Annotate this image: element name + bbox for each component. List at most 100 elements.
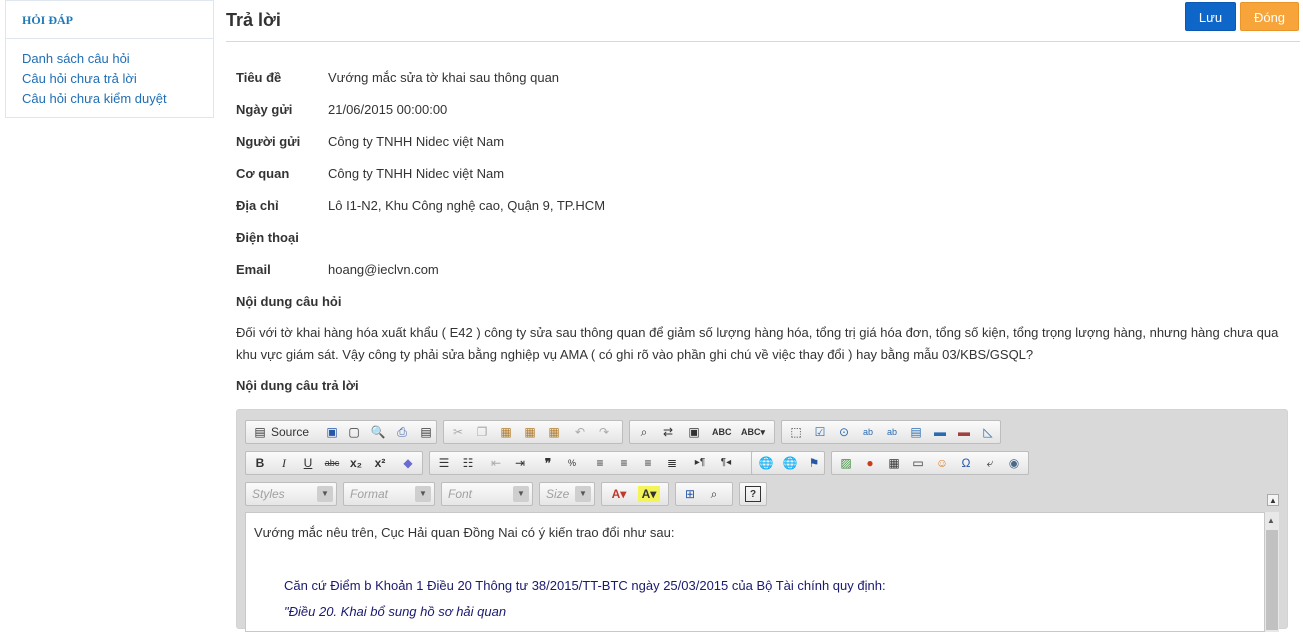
italic-icon[interactable]: I	[276, 455, 292, 471]
form-icon[interactable]: ⬚	[788, 424, 804, 440]
text-field-icon[interactable]: ab	[860, 424, 876, 440]
field-value-sender: Công ty TNHH Nidec việt Nam	[328, 134, 505, 149]
answer-editor: ▤ Source ▣ ▢ 🔍 ⎙ ▤ ✂ ❐ ▦ ▦ ▦ ↶ ↷ ⌕ ⇄ ▣ A…	[236, 409, 1288, 632]
superscript-icon[interactable]: x²	[372, 455, 388, 471]
new-page-icon[interactable]: ▢	[346, 424, 362, 440]
save-button[interactable]: Lưu	[1185, 2, 1236, 31]
horizontal-line-icon[interactable]: ▭	[910, 455, 926, 471]
preview-icon[interactable]: 🔍	[370, 424, 386, 440]
align-center-icon[interactable]: ≡	[616, 455, 632, 471]
image-icon[interactable]: ▨	[838, 455, 854, 471]
select-all-icon[interactable]: ▣	[686, 424, 702, 440]
blockquote-icon[interactable]: ❞	[540, 455, 556, 471]
radio-icon[interactable]: ⊙	[836, 424, 852, 440]
collapse-toolbar-icon[interactable]: ▲	[1267, 494, 1279, 506]
font-select-label: Font	[448, 487, 473, 501]
toolbar-group-colors: A▾ A▾	[601, 482, 669, 506]
cut-icon[interactable]: ✂	[450, 424, 466, 440]
flash-icon[interactable]: ●	[862, 455, 878, 471]
sidebar-link-unanswered[interactable]: Câu hỏi chưa trả lời	[22, 69, 213, 89]
paste-word-icon[interactable]: ▦	[546, 424, 562, 440]
maximize-icon[interactable]: ⊞	[682, 486, 698, 502]
answer-content-label: Nội dung câu trả lời	[236, 378, 359, 393]
numbered-list-icon[interactable]: ☰	[436, 455, 452, 471]
align-right-icon[interactable]: ≡	[640, 455, 656, 471]
subscript-icon[interactable]: x₂	[348, 455, 364, 471]
field-value-address: Lô I1-N2, Khu Công nghệ cao, Quận 9, TP.…	[328, 198, 606, 213]
size-select[interactable]: Size ▼	[539, 482, 595, 506]
table-icon[interactable]: ▦	[886, 455, 902, 471]
text-color-icon[interactable]: A▾	[608, 486, 630, 502]
checkbox-icon[interactable]: ☑	[812, 424, 828, 440]
answer-paragraph-2: Căn cứ Điểm b Khoản 1 Điều 20 Thông tư 3…	[284, 578, 886, 593]
ltr-icon[interactable]: ▸¶	[692, 455, 708, 471]
format-select[interactable]: Format ▼	[343, 482, 435, 506]
special-char-icon[interactable]: Ω	[958, 455, 974, 471]
help-icon[interactable]: ?	[745, 486, 761, 502]
templates-icon[interactable]: ▤	[418, 424, 434, 440]
replace-icon[interactable]: ⇄	[660, 424, 676, 440]
close-button[interactable]: Đóng	[1240, 2, 1299, 31]
background-color-icon[interactable]: A▾	[638, 486, 660, 502]
unlink-icon[interactable]: 🌐	[782, 455, 798, 471]
justify-icon[interactable]: ≣	[664, 455, 680, 471]
toolbar-group-clipboard: ✂ ❐ ▦ ▦ ▦ ↶ ↷	[443, 420, 623, 444]
select-field-icon[interactable]: ▤	[908, 424, 924, 440]
outdent-icon[interactable]: ⇤	[488, 455, 504, 471]
chevron-down-icon: ▼	[575, 486, 591, 502]
remove-format-icon[interactable]: ◆	[400, 455, 416, 471]
spellcheck-icon[interactable]: ABC	[712, 424, 732, 440]
field-label-title: Tiêu đề	[236, 70, 282, 85]
save-icon[interactable]: ▣	[324, 424, 340, 440]
page-title: Trả lời	[226, 10, 281, 30]
styles-select[interactable]: Styles ▼	[245, 482, 337, 506]
copy-icon[interactable]: ❐	[474, 424, 490, 440]
find-icon[interactable]: ⌕	[636, 424, 652, 440]
field-label-email: Email	[236, 262, 271, 277]
scrollbar-thumb[interactable]	[1266, 530, 1278, 630]
scroll-up-icon[interactable]: ▲	[1267, 516, 1275, 525]
print-icon[interactable]: ⎙	[394, 424, 410, 440]
indent-icon[interactable]: ⇥	[512, 455, 528, 471]
align-left-icon[interactable]: ≡	[592, 455, 608, 471]
strikethrough-icon[interactable]: abc	[324, 455, 340, 471]
redo-icon[interactable]: ↷	[596, 424, 612, 440]
show-blocks-icon[interactable]: ⌕	[706, 486, 722, 502]
sidebar-link-all-questions[interactable]: Danh sách câu hỏi	[22, 49, 213, 69]
source-icon[interactable]: ▤	[252, 424, 268, 440]
iframe-icon[interactable]: ◉	[1006, 455, 1022, 471]
toolbar-group-editing: ⌕ ⇄ ▣ ABC ABC▾	[629, 420, 775, 444]
textarea-icon[interactable]: ab	[884, 424, 900, 440]
bulleted-list-icon[interactable]: ☷	[460, 455, 476, 471]
undo-icon[interactable]: ↶	[572, 424, 588, 440]
bold-icon[interactable]: B	[252, 455, 268, 471]
spellcheck-as-you-type-icon[interactable]: ABC▾	[740, 424, 766, 440]
link-icon[interactable]: 🌐	[758, 455, 774, 471]
chevron-down-icon: ▼	[513, 486, 529, 502]
paste-text-icon[interactable]: ▦	[522, 424, 538, 440]
field-value-email: hoang@ieclvn.com	[328, 262, 439, 277]
paste-icon[interactable]: ▦	[498, 424, 514, 440]
editor-scrollbar[interactable]: ▲	[1265, 512, 1279, 632]
button-field-icon[interactable]: ▬	[932, 424, 948, 440]
hidden-field-icon[interactable]: ◺	[980, 424, 996, 440]
toolbar-group-tools: ⊞ ⌕	[675, 482, 733, 506]
div-container-icon[interactable]: %	[564, 455, 580, 471]
editor-content-area[interactable]: Vướng mắc nêu trên, Cục Hải quan Đồng Na…	[245, 512, 1265, 632]
chevron-down-icon: ▼	[317, 486, 333, 502]
anchor-icon[interactable]: ⚑	[806, 455, 822, 471]
page-break-icon[interactable]: ⤶	[982, 455, 998, 471]
field-label-agency: Cơ quan	[236, 166, 290, 181]
rtl-icon[interactable]: ¶◂	[718, 455, 734, 471]
field-label-phone: Điện thoại	[236, 230, 299, 245]
sidebar-link-unreviewed[interactable]: Câu hỏi chưa kiểm duyệt	[22, 89, 213, 109]
smiley-icon[interactable]: ☺	[934, 455, 950, 471]
toolbar-group-about: ?	[739, 482, 767, 506]
underline-icon[interactable]: U	[300, 455, 316, 471]
font-select[interactable]: Font ▼	[441, 482, 533, 506]
toolbar-group-insert: ▨ ● ▦ ▭ ☺ Ω ⤶ ◉	[831, 451, 1029, 475]
styles-select-label: Styles	[252, 487, 285, 501]
source-button[interactable]: Source	[271, 425, 309, 439]
image-button-icon[interactable]: ▬	[956, 424, 972, 440]
question-content-label: Nội dung câu hỏi	[236, 294, 342, 309]
